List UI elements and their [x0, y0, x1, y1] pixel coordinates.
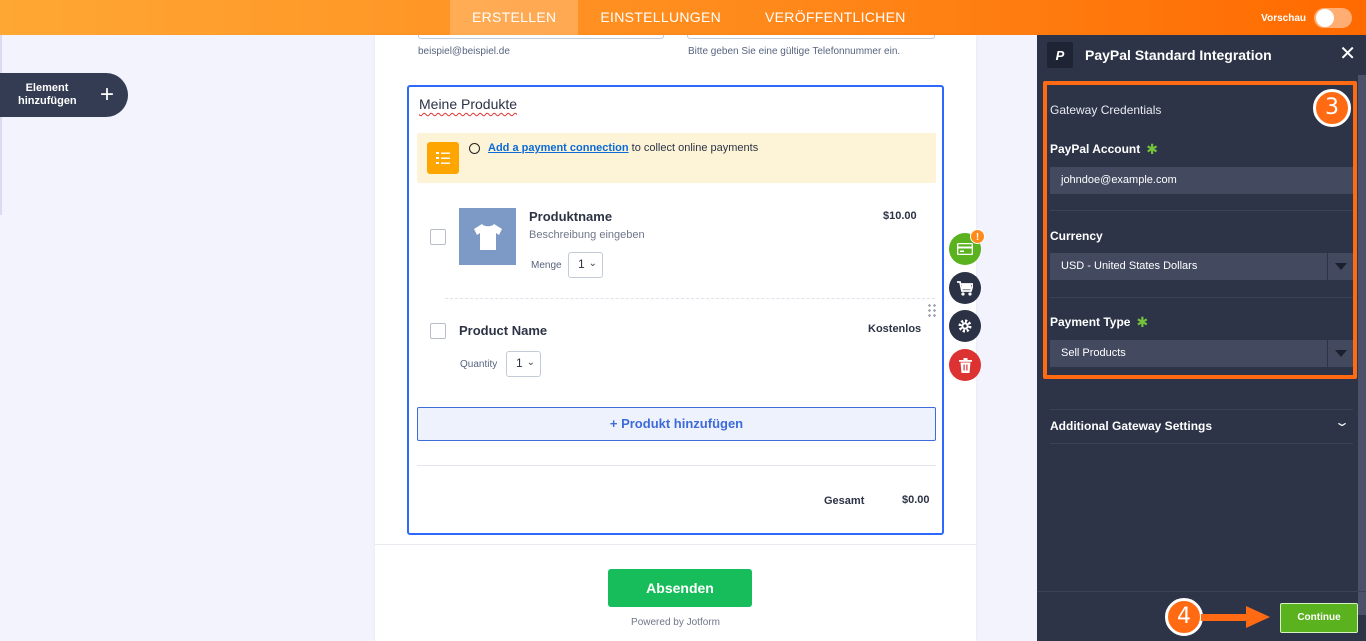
payment-type-value: Sell Products — [1061, 347, 1126, 359]
product-list-field[interactable]: Meine Produkte Add a payment connection … — [407, 85, 944, 535]
product-2-qty-value: 1 — [516, 356, 523, 370]
chevron-down-icon[interactable]: ⌄ — [1334, 415, 1350, 429]
drag-handle-icon[interactable] — [927, 303, 937, 317]
step-4-badge: 4 — [1165, 598, 1203, 636]
currency-select[interactable]: USD - United States Dollars — [1050, 253, 1353, 280]
product-divider — [445, 298, 935, 299]
tshirt-icon — [473, 223, 502, 250]
add-product-button[interactable]: + Produkt hinzufügen — [417, 407, 936, 441]
tab-einstellungen[interactable]: EINSTELLUNGEN — [578, 0, 743, 35]
preview-toggle[interactable] — [1314, 8, 1352, 28]
checklist-icon — [427, 142, 459, 174]
product-1-qty-label: Menge — [531, 260, 562, 271]
total-divider — [417, 465, 936, 466]
step-3-badge: 3 — [1313, 89, 1351, 127]
field-settings-button[interactable] — [949, 310, 981, 342]
dropdown-arrow-icon — [1327, 340, 1353, 367]
tab-erstellen[interactable]: ERSTELLEN — [450, 0, 579, 35]
panel-title: PayPal Standard Integration — [1085, 47, 1272, 63]
preview-control: Vorschau — [1261, 8, 1352, 28]
notice-radio-icon — [469, 143, 480, 154]
dropdown-arrow-icon — [1327, 253, 1353, 280]
product-1-price: $10.00 — [883, 210, 917, 222]
step-4-arrow — [1201, 614, 1251, 621]
arrow-right-icon — [1246, 606, 1270, 628]
add-payment-connection-link[interactable]: Add a payment connection — [488, 142, 629, 154]
add-element-label: Element hinzufügen — [18, 82, 77, 107]
delete-field-button[interactable] — [949, 349, 981, 381]
gear-icon — [958, 319, 972, 333]
left-edge-divider — [0, 35, 2, 215]
continue-button[interactable]: Continue — [1280, 603, 1358, 633]
required-star-icon: ✱ — [1136, 314, 1149, 330]
additional-gateway-settings-toggle[interactable]: Additional Gateway Settings — [1050, 419, 1212, 433]
total-label: Gesamt — [824, 495, 865, 507]
payment-type-select[interactable]: Sell Products — [1050, 340, 1353, 367]
tab-veroeffentlichen[interactable]: VERÖFFENTLICHEN — [743, 0, 928, 35]
product-1-qty-select[interactable]: 1 ⌄ — [568, 252, 603, 278]
paypal-logo-icon: P — [1047, 42, 1073, 68]
top-navigation-bar: ERSTELLEN EINSTELLUNGEN VERÖFFENTLICHEN … — [0, 0, 1366, 35]
panel-header: P PayPal Standard Integration ✕ — [1037, 35, 1366, 75]
cart-icon — [957, 280, 973, 296]
product-2-qty-select[interactable]: 1 ⌄ — [506, 351, 541, 377]
chevron-down-icon: ⌄ — [526, 357, 535, 368]
panel-divider — [1050, 409, 1353, 410]
product-2-checkbox[interactable] — [430, 323, 446, 339]
phone-field[interactable] — [687, 35, 935, 39]
warning-badge: ! — [970, 229, 985, 244]
plus-icon: + — [100, 81, 115, 108]
chevron-down-icon: ⌄ — [588, 258, 597, 269]
product-1-name: Produktname — [529, 209, 613, 224]
panel-divider — [1050, 297, 1353, 298]
product-1-description: Beschreibung eingeben — [529, 229, 645, 241]
paypal-settings-panel: P PayPal Standard Integration ✕ Gateway … — [1037, 35, 1366, 641]
trash-icon — [958, 357, 972, 373]
notice-text: Add a payment connection to collect onli… — [488, 142, 758, 154]
gateway-credentials-title: Gateway Credentials — [1050, 103, 1162, 117]
currency-label: Currency — [1050, 229, 1103, 243]
add-element-button[interactable]: Element hinzufügen + — [0, 73, 128, 117]
product-list-title[interactable]: Meine Produkte — [419, 96, 517, 112]
footer-divider — [375, 544, 976, 545]
payment-icon — [957, 243, 973, 255]
required-star-icon: ✱ — [1146, 141, 1158, 157]
product-2-price: Kostenlos — [868, 323, 922, 335]
paypal-account-input[interactable]: johndoe@example.com — [1050, 167, 1353, 194]
product-1-qty-value: 1 — [578, 257, 585, 271]
form-canvas: beispiel@beispiel.de Bitte geben Sie ein… — [375, 35, 976, 641]
product-2-qty-label: Quantity — [460, 359, 498, 370]
phone-hint: Bitte geben Sie eine gültige Telefonnumm… — [688, 46, 901, 57]
cart-button[interactable] — [949, 272, 981, 304]
submit-button[interactable]: Absenden — [608, 569, 752, 607]
panel-footer-divider — [1037, 591, 1366, 592]
product-2-name: Product Name — [459, 323, 548, 338]
currency-value: USD - United States Dollars — [1061, 260, 1198, 272]
preview-label: Vorschau — [1261, 12, 1306, 24]
payment-type-label: Payment Type ✱ — [1050, 314, 1149, 330]
panel-divider — [1050, 443, 1353, 444]
panel-divider — [1050, 210, 1353, 211]
preview-toggle-knob — [1316, 9, 1334, 27]
payment-connection-notice: Add a payment connection to collect onli… — [417, 133, 936, 183]
product-1-image — [459, 208, 516, 265]
panel-scrollbar[interactable] — [1358, 75, 1366, 615]
builder-tabs: ERSTELLEN EINSTELLUNGEN VERÖFFENTLICHEN — [450, 0, 928, 35]
total-value: $0.00 — [902, 494, 930, 506]
close-icon[interactable]: ✕ — [1339, 44, 1356, 64]
notice-text-tail: to collect online payments — [631, 142, 759, 154]
product-1-checkbox[interactable] — [430, 229, 446, 245]
email-field[interactable] — [418, 35, 664, 39]
email-hint: beispiel@beispiel.de — [418, 46, 510, 57]
powered-by-text: Powered by Jotform — [631, 617, 720, 628]
paypal-account-label: PayPal Account ✱ — [1050, 141, 1158, 157]
